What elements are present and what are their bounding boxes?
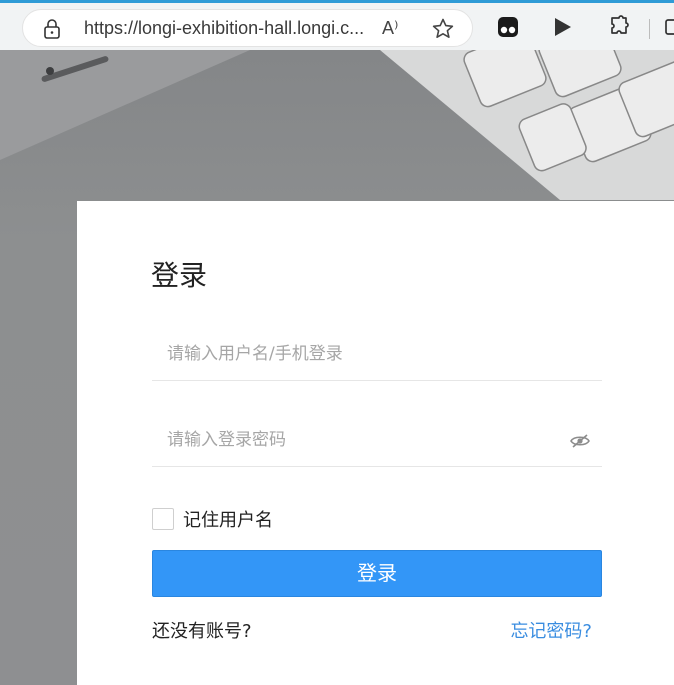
url-text[interactable]: https://longi-exhibition-hall.longi.c... (84, 18, 364, 39)
play-icon[interactable] (553, 15, 573, 43)
username-field-wrapper (152, 327, 602, 381)
forgot-password-link[interactable]: 忘记密码? (510, 617, 592, 643)
password-input[interactable] (152, 413, 602, 466)
remember-username[interactable]: 记住用户名 (152, 506, 273, 532)
login-title: 登录 (151, 259, 208, 292)
address-bar[interactable]: https://longi-exhibition-hall.longi.c...… (22, 9, 473, 47)
read-aloud-icon[interactable]: A⁾ (382, 18, 398, 39)
remember-checkbox[interactable] (152, 508, 174, 530)
browser-toolbar: https://longi-exhibition-hall.longi.c...… (0, 0, 674, 50)
no-account-link[interactable]: 还没有账号? (152, 617, 252, 643)
extensions-puzzle-icon[interactable] (607, 15, 631, 43)
username-input[interactable] (152, 327, 602, 380)
favorite-star-icon[interactable] (431, 17, 455, 45)
login-card: 登录 记住用户名 登录 还没有账号? 忘记密码? (77, 201, 674, 685)
eye-toggle-icon[interactable] (570, 433, 590, 452)
password-field-wrapper (152, 413, 602, 467)
extension-icon[interactable] (497, 15, 519, 43)
split-screen-icon[interactable] (664, 15, 674, 43)
login-button[interactable]: 登录 (152, 550, 602, 597)
lock-icon[interactable] (43, 19, 61, 43)
toolbar-divider (649, 19, 650, 39)
remember-label: 记住用户名 (183, 510, 273, 531)
